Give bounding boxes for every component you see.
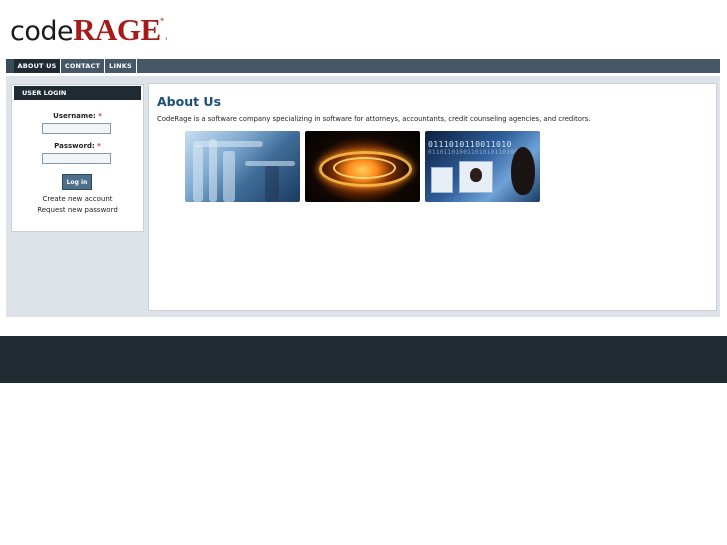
binary-text: 0111010110011010	[428, 139, 512, 149]
photo-frame-left	[431, 167, 453, 193]
logo-text-code: code	[10, 16, 74, 47]
person-silhouette	[511, 147, 535, 195]
main-wrapper: USER LOGIN Username: * Password: * Log i…	[6, 76, 720, 317]
request-password-link[interactable]: Request new password	[12, 206, 143, 214]
nav-stub	[6, 59, 14, 73]
password-label-text: Password:	[54, 142, 95, 150]
glowing-ring-image	[305, 131, 420, 202]
nav-item-contact[interactable]: CONTACT	[61, 59, 105, 73]
username-field[interactable]	[42, 123, 111, 134]
username-label-text: Username:	[53, 112, 96, 120]
required-mark: *	[97, 142, 101, 150]
required-mark: *	[98, 112, 102, 120]
footer-bar	[0, 336, 727, 383]
about-paragraph: CodeRage is a software company specializ…	[157, 115, 591, 123]
ring-inner	[333, 157, 396, 179]
nav-item-links[interactable]: LINKS	[105, 59, 137, 73]
username-label: Username: *	[12, 112, 143, 120]
log-in-button[interactable]: Log in	[62, 174, 92, 190]
main-content: About Us CodeRage is a software company …	[148, 83, 717, 311]
primary-nav: ABOUT US CONTACT LINKS	[6, 59, 720, 73]
binary-text-small: 01101101001101010110100	[428, 149, 518, 156]
site-logo[interactable]: code RAGE	[10, 10, 167, 47]
logo-text-rage: RAGE	[69, 12, 167, 47]
page-title: About Us	[157, 94, 222, 109]
user-login-title: USER LOGIN	[14, 86, 141, 100]
photo-frame-center	[459, 161, 493, 193]
create-account-link[interactable]: Create new account	[12, 195, 143, 203]
nav-item-about-us[interactable]: ABOUT US	[14, 59, 61, 73]
user-login-block: USER LOGIN Username: * Password: * Log i…	[11, 84, 144, 232]
binary-technology-image: 0111010110011010 01101101001101010110100	[425, 131, 540, 202]
password-field[interactable]	[42, 153, 111, 164]
password-label: Password: *	[12, 142, 143, 150]
industrial-pipes-image	[185, 131, 300, 202]
